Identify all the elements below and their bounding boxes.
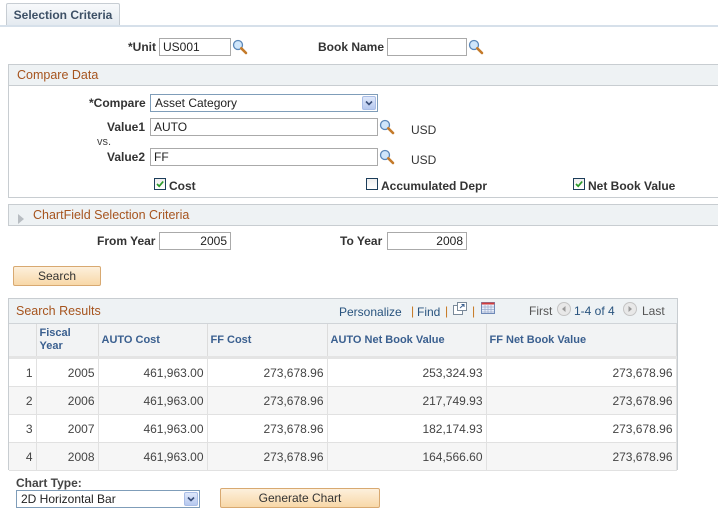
fiscal-year-cell: 2008 — [36, 442, 99, 471]
last-label: Last — [642, 304, 665, 318]
separator: | — [472, 304, 476, 318]
ff-nbv-cell: 273,678.96 — [486, 414, 677, 443]
expand-triangle-icon[interactable] — [17, 210, 25, 230]
table-row: 1 2005 461,963.00 273,678.96 253,324.93 … — [9, 357, 677, 387]
search-results-title: Search Results — [16, 304, 101, 318]
row-number: 3 — [9, 414, 37, 443]
value2-input[interactable] — [150, 148, 378, 166]
unit-lookup-icon[interactable] — [232, 39, 248, 55]
vs-label: vs. — [97, 136, 112, 148]
generate-chart-button[interactable]: Generate Chart — [220, 488, 380, 508]
find-link[interactable]: Find — [417, 305, 440, 319]
cost-checkbox-label: Cost — [169, 179, 196, 193]
compare-label: *Compare — [89, 96, 146, 110]
separator: | — [411, 304, 415, 318]
value1-label: Value1 — [107, 120, 146, 134]
chartfield-section-header[interactable]: ChartField Selection Criteria — [8, 204, 718, 226]
col-header-fiscal-year[interactable]: Fiscal Year — [36, 324, 99, 359]
chartfield-section-title: ChartField Selection Criteria — [33, 208, 190, 222]
fiscal-year-cell: 2007 — [36, 414, 99, 443]
compare-select-value: Asset Category — [155, 96, 238, 110]
value1-lookup-icon[interactable] — [379, 119, 395, 135]
ff-nbv-cell: 273,678.96 — [486, 442, 677, 471]
auto-cost-cell: 461,963.00 — [98, 386, 208, 415]
col-header-ff-cost[interactable]: FF Cost — [207, 324, 328, 359]
col-header-ff-nbv[interactable]: FF Net Book Value — [486, 324, 677, 359]
compare-data-title: Compare Data — [17, 68, 99, 82]
to-year-input[interactable] — [387, 232, 467, 250]
table-row: 4 2008 461,963.00 273,678.96 164,566.60 … — [9, 442, 677, 471]
ff-cost-cell: 273,678.96 — [207, 357, 328, 387]
row-number: 4 — [9, 442, 37, 471]
value2-label: Value2 — [107, 150, 146, 164]
auto-cost-cell: 461,963.00 — [98, 442, 208, 471]
checkbox-box[interactable] — [573, 178, 585, 190]
ff-cost-cell: 273,678.96 — [207, 386, 328, 415]
book-name-label: Book Name — [318, 40, 385, 54]
value1-currency: USD — [411, 123, 437, 137]
search-results-header: Search Results Personalize | Find | | Fi… — [9, 299, 677, 324]
col-header-row-number — [9, 324, 37, 359]
ff-cost-cell: 273,678.96 — [207, 442, 328, 471]
row-number: 1 — [9, 357, 37, 387]
compare-select[interactable]: Asset Category — [150, 94, 378, 112]
fiscal-year-cell: 2005 — [36, 357, 99, 387]
from-year-input[interactable] — [159, 232, 231, 250]
compare-data-header: Compare Data — [8, 64, 718, 86]
fiscal-year-cell: 2006 — [36, 386, 99, 415]
col-header-auto-nbv[interactable]: AUTO Net Book Value — [327, 324, 487, 359]
view-all-icon[interactable] — [453, 302, 467, 318]
separator: | — [445, 304, 449, 318]
unit-input[interactable] — [159, 38, 231, 56]
next-arrow-icon[interactable] — [623, 302, 637, 319]
value2-lookup-icon[interactable] — [379, 149, 395, 165]
tab-underline — [0, 25, 718, 27]
from-year-label: From Year — [97, 234, 156, 248]
value2-currency: USD — [411, 153, 437, 167]
auto-nbv-cell: 182,174.93 — [327, 414, 487, 443]
chart-type-value: 2D Horizontal Bar — [21, 492, 116, 506]
search-button[interactable]: Search — [13, 266, 101, 286]
table-row: 3 2007 461,963.00 273,678.96 182,174.93 … — [9, 414, 677, 443]
page-range: 1-4 of 4 — [574, 304, 615, 318]
checkbox-box[interactable] — [366, 178, 378, 190]
table-header-row: Fiscal Year AUTO Cost FF Cost AUTO Net B… — [9, 324, 677, 359]
auto-nbv-cell: 253,324.93 — [327, 357, 487, 387]
auto-cost-cell: 461,963.00 — [98, 357, 208, 387]
row-number: 2 — [9, 386, 37, 415]
download-excel-icon[interactable] — [481, 302, 495, 317]
auto-nbv-cell: 217,749.93 — [327, 386, 487, 415]
tab-selection-criteria[interactable]: Selection Criteria — [6, 3, 120, 25]
ff-nbv-cell: 273,678.96 — [486, 357, 677, 387]
previous-arrow-icon[interactable] — [557, 302, 571, 319]
auto-cost-cell: 461,963.00 — [98, 414, 208, 443]
net-book-value-checkbox-label: Net Book Value — [588, 179, 676, 193]
value1-input[interactable] — [150, 118, 378, 136]
chevron-down-icon[interactable] — [184, 492, 198, 506]
ff-nbv-cell: 273,678.96 — [486, 386, 677, 415]
accumulated-depr-checkbox-label: Accumulated Depr — [381, 179, 488, 193]
chevron-down-icon[interactable] — [362, 96, 376, 110]
col-header-auto-cost[interactable]: AUTO Cost — [98, 324, 208, 359]
unit-label: *Unit — [128, 40, 156, 54]
results-table: Fiscal Year AUTO Cost FF Cost AUTO Net B… — [9, 324, 677, 471]
personalize-link[interactable]: Personalize — [339, 305, 402, 319]
book-name-input[interactable] — [387, 38, 467, 56]
chart-type-select[interactable]: 2D Horizontal Bar — [16, 490, 200, 508]
table-row: 2 2006 461,963.00 273,678.96 217,749.93 … — [9, 386, 677, 415]
ff-cost-cell: 273,678.96 — [207, 414, 328, 443]
chart-type-label: Chart Type: — [16, 476, 82, 490]
book-name-lookup-icon[interactable] — [468, 39, 484, 55]
to-year-label: To Year — [340, 234, 383, 248]
auto-nbv-cell: 164,566.60 — [327, 442, 487, 471]
checkbox-box[interactable] — [154, 178, 166, 190]
first-label: First — [529, 304, 553, 318]
